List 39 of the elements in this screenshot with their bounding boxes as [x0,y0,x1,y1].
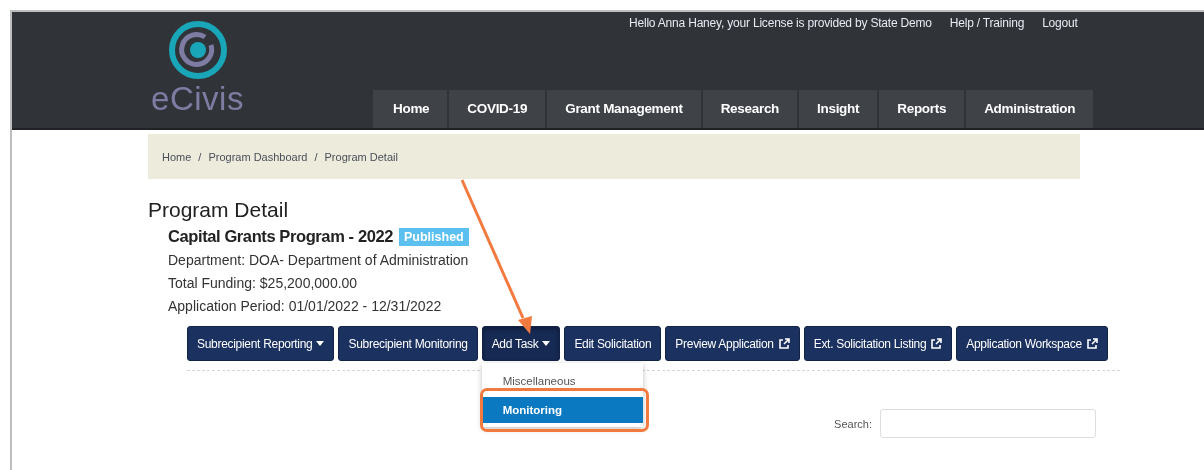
breadcrumb-link[interactable]: Program Dashboard [208,150,308,163]
program-name: Capital Grants Program - 2022 [168,227,393,246]
header-link[interactable]: Logout [1042,16,1078,30]
menu-item[interactable]: Monitoring [481,397,643,423]
nav-tab[interactable]: Insight [799,90,878,128]
nav-tab[interactable]: COVID-19 [449,90,546,128]
action-button[interactable]: Preview Application [665,326,800,361]
action-button[interactable]: Ext. Solicitation Listing [803,326,953,361]
dropdown-button[interactable]: Add Task [481,326,561,361]
page-title: Program Detail [148,198,290,222]
action-button[interactable]: Edit Solicitation [564,326,662,361]
program-detail-text: Department: DOA- Department of Administration [168,252,470,269]
program-detail-text: Total Funding: $25,200,000.00 [168,275,359,292]
external-link-icon [930,337,943,350]
nav-tab[interactable]: Grant Management [547,90,701,128]
search-label: Search: [834,417,872,430]
external-link-icon [777,337,790,350]
breadcrumb-link[interactable]: Program Detail [324,150,398,163]
nav-tab[interactable]: Home [373,90,448,128]
search-field[interactable] [880,409,1096,438]
status-badge: Published [399,227,469,246]
dropdown-button[interactable]: Subrecipient Reporting [187,326,335,361]
breadcrumb-link[interactable]: Home [162,150,192,163]
action-button[interactable]: Subrecipient Monitoring [338,326,478,361]
logo-text: eCivis [151,81,244,117]
nav-tab[interactable]: Research [702,90,798,128]
header-link[interactable]: Help / Training [949,16,1025,30]
breadcrumb-separator: / [314,150,318,163]
menu-item[interactable]: Miscellaneous [481,368,643,394]
nav-tab[interactable]: Reports [879,90,965,128]
breadcrumb-separator: / [198,150,202,163]
caret-icon [542,341,551,346]
external-link-icon [1085,337,1098,350]
greeting-text: Hello Anna Haney, your License is provided by State Demo [629,16,932,30]
program-detail-text: Application Period: 01/01/2022 - 12/31/2022 [168,298,443,315]
nav-tab[interactable]: Administration [966,90,1094,128]
action-button[interactable]: Application Workspace [956,326,1108,361]
caret-icon [316,341,325,346]
target-logo-icon [168,21,227,79]
